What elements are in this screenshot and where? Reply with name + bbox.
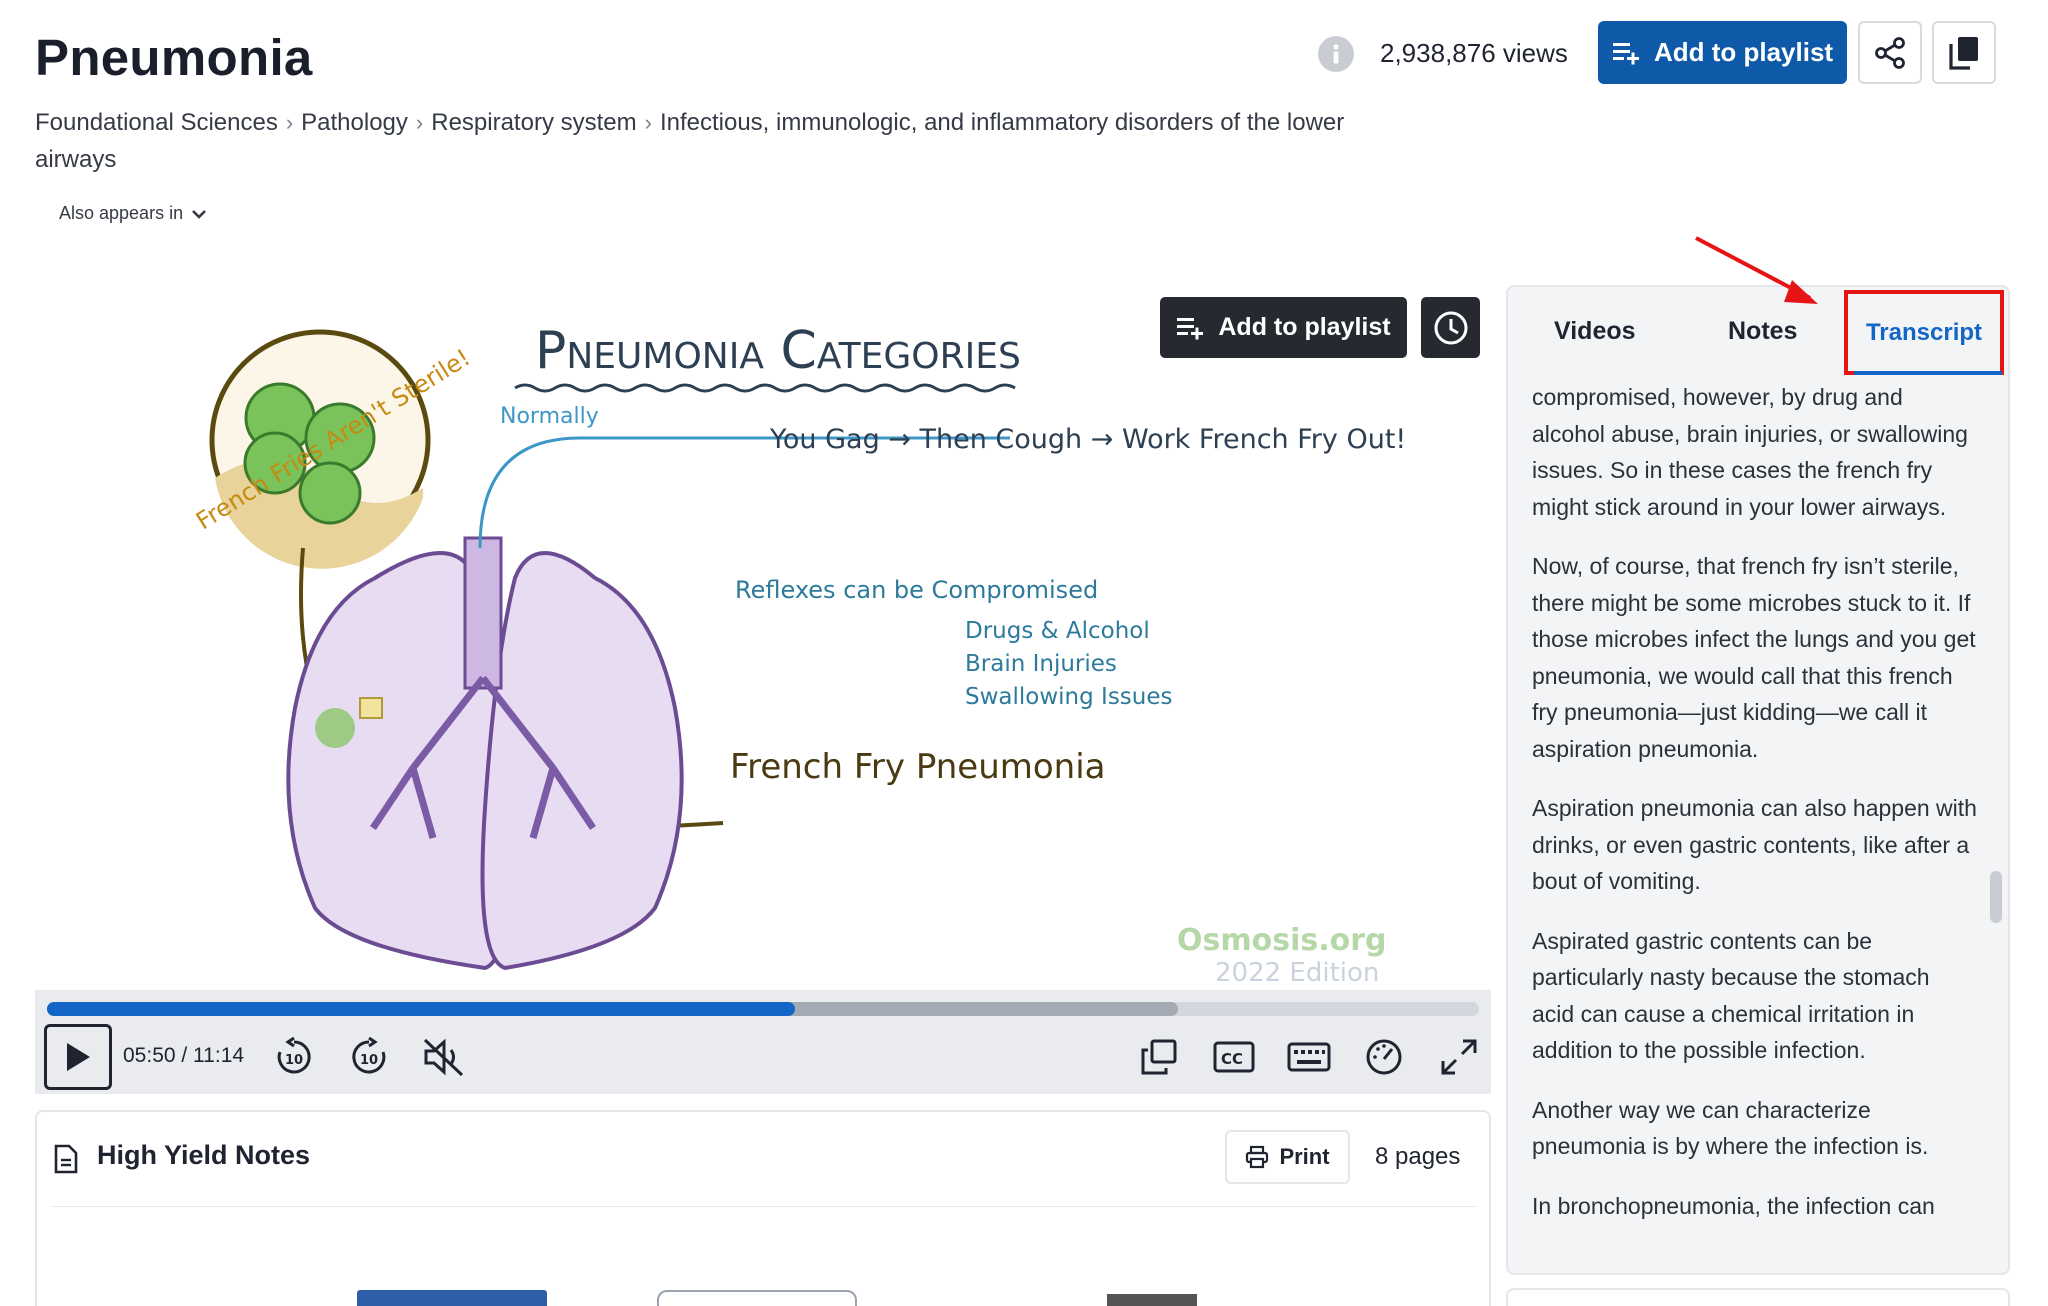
transcript-scrollbar[interactable] [1990,871,2002,923]
speedometer-icon [1366,1039,1402,1075]
copy-button[interactable] [1932,21,1996,84]
tab-notes[interactable]: Notes [1728,317,1797,346]
breadcrumb-item[interactable]: Foundational Sciences [35,109,278,136]
keyboard-icon [1287,1042,1331,1072]
print-label: Print [1279,1144,1330,1169]
info-icon[interactable] [1318,36,1354,72]
copy-icon [1949,36,1978,70]
normally-label: Normally [500,404,599,429]
progress-played [47,1002,795,1016]
forward-10-icon: 10 [352,1037,386,1074]
breadcrumb: Foundational Sciences › Pathology › Respirat… [35,104,1355,178]
playlist-add-icon [1177,317,1204,339]
video-add-to-playlist-button[interactable]: Add to playlist [1160,297,1407,358]
side-panel-secondary [1506,1288,2010,1306]
cause-item: Drugs & Alcohol [965,618,1150,644]
cause-item: Brain Injuries [965,651,1117,677]
svg-text:10: 10 [285,1053,303,1068]
transcript-paragraph: Now, of course, that french fry isn’t st… [1532,553,1976,762]
playlist-add-icon [1612,42,1639,64]
picture-in-picture-button[interactable] [1137,1035,1181,1079]
rewind-10-button[interactable]: 10 [272,1035,316,1079]
video-frame-illustration: Pneumonia Categories French Fries Aren't… [191,321,1406,988]
volume-muted-icon [423,1038,464,1077]
cause-item: Swallowing Issues [965,684,1173,710]
rewind-10-icon: 10 [277,1037,311,1074]
transcript-paragraph: In bronchopneumonia, the infection can [1532,1192,1935,1219]
clock-icon [1434,311,1467,344]
notes-thumbnail[interactable] [657,1290,857,1306]
share-icon [1875,36,1905,69]
picture-in-picture-icon [1141,1039,1177,1075]
play-icon [67,1043,90,1071]
divider [51,1206,1477,1207]
add-to-playlist-button[interactable]: Add to playlist [1598,21,1847,84]
forward-10-button[interactable]: 10 [347,1035,391,1079]
also-appears-in-label: Also appears in [59,203,184,223]
video-player[interactable]: Pneumonia Categories French Fries Aren't… [35,288,1491,1094]
video-controls: 05:50 / 11:14 10 10 CC [35,990,1491,1094]
svg-text:CC: CC [1221,1050,1243,1068]
document-icon [54,1144,78,1174]
illustration-title: Pneumonia Categories [535,321,1021,381]
high-yield-notes-card: High Yield Notes Print 8 pages [35,1110,1491,1306]
fullscreen-button[interactable] [1437,1035,1481,1079]
svg-text:10: 10 [360,1053,378,1068]
play-button[interactable] [44,1024,112,1090]
progress-bar[interactable] [47,1002,1479,1016]
video-add-to-playlist-label: Add to playlist [1218,313,1391,341]
share-button[interactable] [1858,21,1922,84]
result-label: French Fry Pneumonia [730,747,1106,787]
tab-videos[interactable]: Videos [1554,317,1636,346]
active-tab-indicator [1854,371,2002,375]
transcript-paragraph: Aspirated gastric contents can be partic… [1532,927,1930,1064]
view-count: 2,938,876 views [1380,38,1568,68]
side-panel: Videos Notes Transcript compromised, how… [1506,285,2010,1275]
notes-thumbnail[interactable] [357,1290,547,1306]
chevron-down-icon [192,209,206,219]
also-appears-in-toggle[interactable]: Also appears in [59,203,207,224]
tab-transcript[interactable]: Transcript [1844,290,2004,375]
annotation-arrow-icon [1695,236,1818,304]
watch-later-button[interactable] [1421,297,1480,358]
transcript-paragraph: compromised, however, by drug and alcoho… [1532,384,1968,520]
page-count: 8 pages [1375,1143,1461,1170]
breadcrumb-item[interactable]: Pathology [301,109,408,136]
transcript-paragraph: Another way we can characterize pneumoni… [1532,1096,1929,1160]
chevron-right-icon: › [285,110,294,135]
add-to-playlist-label: Add to playlist [1653,37,1834,67]
expand-icon [1441,1039,1477,1075]
printer-icon [1246,1145,1269,1169]
print-button[interactable]: Print [1225,1130,1350,1184]
captions-button[interactable]: CC [1212,1035,1256,1079]
mute-button[interactable] [422,1035,466,1079]
time-display: 05:50 / 11:14 [123,1044,245,1067]
watermark: Osmosis.org [1177,923,1387,958]
notes-thumbnail[interactable] [1107,1294,1197,1306]
notes-title: High Yield Notes [97,1140,311,1170]
keyboard-shortcuts-button[interactable] [1287,1035,1331,1079]
watermark-edition: 2022 Edition [1215,958,1379,988]
chevron-right-icon: › [644,110,652,135]
transcript-text: compromised, however, by drug and alcoho… [1532,379,1978,1247]
transcript-paragraph: Aspiration pneumonia can also happen wit… [1532,795,1977,894]
compromised-label: Reflexes can be Compromised [735,576,1098,604]
page-title: Pneumonia [35,29,313,86]
playback-speed-button[interactable] [1362,1035,1406,1079]
breadcrumb-item[interactable]: Respiratory system [431,109,636,136]
reflex-line: You Gag → Then Cough → Work French Fry O… [769,424,1406,455]
captions-icon: CC [1213,1041,1255,1073]
chevron-right-icon: › [415,110,424,135]
